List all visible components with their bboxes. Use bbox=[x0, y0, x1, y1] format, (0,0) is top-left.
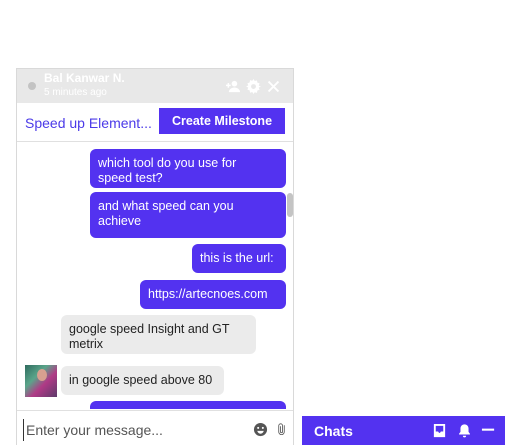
last-seen-time: 5 minutes ago bbox=[44, 87, 107, 98]
chats-bar[interactable]: Chats bbox=[302, 416, 505, 445]
message-bubble-incoming: google speed Insight and GT metrix bbox=[61, 315, 256, 354]
message-bubble-outgoing: this is the url: bbox=[192, 244, 286, 273]
scrollbar-track[interactable] bbox=[286, 143, 293, 409]
message-bubble-incoming: in google speed above 80 bbox=[61, 366, 224, 395]
create-milestone-button[interactable]: Create Milestone bbox=[159, 108, 285, 134]
contact-name[interactable]: Bal Kanwar N. bbox=[44, 71, 125, 85]
message-bubble-outgoing: and what speed can you achieve bbox=[90, 192, 286, 238]
paperclip-icon[interactable] bbox=[274, 422, 289, 437]
milestone-bar: Speed up Element... Create Milestone bbox=[17, 103, 293, 142]
message-input[interactable] bbox=[23, 419, 248, 441]
chats-label[interactable]: Chats bbox=[314, 423, 353, 439]
scrollbar-thumb[interactable] bbox=[287, 193, 293, 217]
message-list[interactable]: which tool do you use for speed test? an… bbox=[17, 143, 293, 409]
add-user-icon[interactable] bbox=[225, 78, 241, 94]
status-indicator bbox=[28, 82, 36, 90]
minimize-icon[interactable] bbox=[481, 423, 496, 438]
chat-window: Bal Kanwar N. 5 minutes ago Speed up Ele… bbox=[16, 68, 294, 445]
chat-header[interactable]: Bal Kanwar N. 5 minutes ago bbox=[17, 69, 293, 103]
message-composer bbox=[17, 410, 293, 445]
bell-icon[interactable] bbox=[457, 423, 472, 438]
message-bubble-outgoing bbox=[90, 401, 286, 409]
message-bubble-outgoing: https://artecnoes.com bbox=[140, 280, 286, 309]
contact-avatar[interactable] bbox=[25, 365, 57, 397]
close-icon[interactable] bbox=[265, 78, 281, 94]
message-bubble-outgoing: which tool do you use for speed test? bbox=[90, 149, 286, 188]
inbox-icon[interactable] bbox=[432, 423, 447, 438]
project-link[interactable]: Speed up Element... bbox=[25, 115, 152, 131]
emoji-icon[interactable] bbox=[253, 422, 268, 437]
gear-icon[interactable] bbox=[245, 78, 261, 94]
